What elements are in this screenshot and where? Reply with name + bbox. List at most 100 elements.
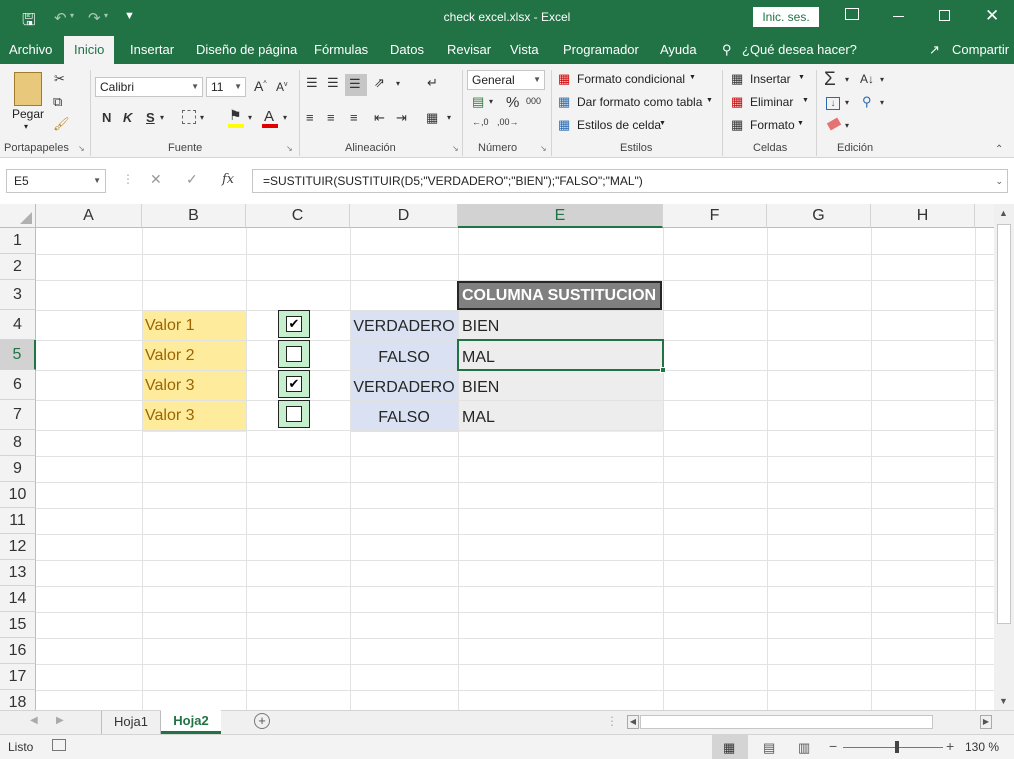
tab-diseno[interactable]: Diseño de página — [196, 36, 297, 64]
increase-decimal-icon[interactable]: ←,0 — [472, 118, 489, 127]
zoom-slider[interactable] — [843, 747, 943, 748]
close-icon[interactable]: ✕ — [985, 6, 999, 26]
worksheet-grid[interactable]: A B C D E F G H 1 2 3 4 5 6 7 8 9 10 11 … — [0, 204, 994, 710]
column-header-g[interactable]: G — [767, 204, 871, 228]
fill-icon[interactable]: ↓ — [826, 97, 840, 110]
insert-cells-button[interactable]: Insertar — [750, 72, 791, 86]
column-header-b[interactable]: B — [142, 204, 246, 228]
format-as-table-button[interactable]: Dar formato como tabla — [577, 95, 702, 109]
ribbon-display-options-icon[interactable] — [845, 8, 859, 20]
thousands-separator-icon[interactable]: 000 — [526, 97, 541, 106]
chevron-down-icon[interactable]: ▼ — [802, 97, 809, 104]
page-layout-icon[interactable]: ▤ — [763, 740, 775, 756]
tab-ayuda[interactable]: Ayuda — [660, 36, 697, 64]
page-break-icon[interactable]: ▥ — [798, 740, 810, 756]
bold-button[interactable]: N — [102, 111, 111, 124]
column-header-d[interactable]: D — [350, 204, 458, 228]
tab-vista[interactable]: Vista — [510, 36, 539, 64]
checkbox-c4[interactable]: ✔ — [278, 310, 310, 338]
row-header-15[interactable]: 15 — [0, 612, 36, 638]
cell-b5[interactable]: Valor 2 — [145, 347, 195, 365]
borders-icon[interactable] — [182, 110, 196, 124]
chevron-down-icon[interactable]: ▾ — [845, 122, 849, 130]
row-header-17[interactable]: 17 — [0, 664, 36, 690]
align-left-icon[interactable]: ≡ — [306, 111, 314, 124]
chevron-down-icon[interactable]: ▼ — [689, 74, 696, 81]
chevron-down-icon[interactable]: ▾ — [880, 99, 884, 107]
chevron-down-icon[interactable]: ▾ — [248, 114, 252, 122]
normal-view-button[interactable]: ▦ — [712, 735, 748, 759]
row-header-14[interactable]: 14 — [0, 586, 36, 612]
row-header-3[interactable]: 3 — [0, 280, 36, 310]
tab-split-handle-icon[interactable]: ⋮ — [606, 714, 618, 728]
cell-styles-button[interactable]: Estilos de celda — [577, 118, 661, 132]
row-header-18[interactable]: 18 — [0, 690, 36, 710]
sheet-next-icon[interactable]: ▶ — [56, 715, 64, 726]
conditional-format-button[interactable]: Formato condicional — [577, 72, 685, 86]
column-header-c[interactable]: C — [246, 204, 350, 228]
increase-indent-icon[interactable]: ⇥ — [396, 111, 407, 124]
align-center-icon[interactable]: ≡ — [327, 111, 335, 124]
orientation-icon[interactable]: ⇗ — [374, 76, 385, 89]
cut-icon[interactable]: ✂ — [54, 72, 65, 85]
italic-button[interactable]: K — [123, 111, 132, 124]
chevron-down-icon[interactable]: ▼ — [706, 97, 713, 104]
row-header-12[interactable]: 12 — [0, 534, 36, 560]
row-header-13[interactable]: 13 — [0, 560, 36, 586]
align-top-icon[interactable]: ☰ — [306, 76, 318, 89]
hscroll-left-icon[interactable]: ◀ — [627, 715, 639, 729]
dialog-launcher-icon[interactable]: ↘ — [78, 144, 85, 153]
cell-e4[interactable]: BIEN — [462, 318, 499, 336]
horizontal-scroll-thumb[interactable] — [640, 715, 933, 729]
chevron-down-icon[interactable]: ▼ — [798, 74, 805, 81]
collapse-ribbon-icon[interactable]: ⌃ — [995, 144, 1003, 155]
chevron-down-icon[interactable]: ▾ — [845, 99, 849, 107]
column-header-e[interactable]: E — [458, 204, 663, 228]
tab-formulas[interactable]: Fórmulas — [314, 36, 368, 64]
find-icon[interactable]: ⚲ — [862, 95, 872, 108]
font-size-box[interactable]: 11 ▼ — [206, 77, 246, 97]
sort-filter-icon[interactable]: A↓ — [860, 73, 874, 85]
wrap-text-icon[interactable]: ↵ — [427, 76, 438, 89]
align-right-icon[interactable]: ≡ — [350, 111, 358, 124]
align-bottom-button[interactable]: ☰ — [345, 74, 367, 96]
dialog-launcher-icon[interactable]: ↘ — [286, 144, 293, 153]
scroll-down-icon[interactable]: ▼ — [999, 696, 1008, 706]
tab-revisar[interactable]: Revisar — [447, 36, 491, 64]
cell-d5[interactable]: FALSO — [350, 349, 458, 367]
cell-b7[interactable]: Valor 3 — [145, 407, 195, 425]
format-cells-button[interactable]: Formato — [750, 118, 795, 132]
decrease-decimal-icon[interactable]: ,00→ — [497, 118, 519, 127]
tab-insertar[interactable]: Insertar — [130, 36, 174, 64]
tell-me-search[interactable]: ¿Qué desea hacer? — [742, 36, 857, 64]
delete-cells-button[interactable]: Eliminar — [750, 95, 793, 109]
scroll-up-icon[interactable]: ▲ — [999, 208, 1008, 218]
cell-d7[interactable]: FALSO — [350, 409, 458, 427]
copy-icon[interactable]: ⧉ — [53, 95, 62, 108]
chevron-down-icon[interactable]: ▼ — [659, 120, 666, 127]
font-color-icon[interactable]: A — [264, 109, 274, 124]
enter-icon[interactable]: ✓ — [186, 171, 198, 188]
minimize-icon[interactable] — [893, 16, 904, 17]
row-header-10[interactable]: 10 — [0, 482, 36, 508]
fill-handle[interactable] — [660, 367, 666, 373]
sheet-tab-hoja1[interactable]: Hoja1 — [101, 711, 161, 734]
increase-font-icon[interactable]: A^ — [254, 79, 267, 93]
cell-b6[interactable]: Valor 3 — [145, 377, 195, 395]
row-header-2[interactable]: 2 — [0, 254, 36, 280]
cell-d4[interactable]: VERDADERO — [350, 318, 458, 336]
share-button[interactable]: Compartir — [952, 36, 1009, 64]
select-all-button[interactable] — [0, 204, 36, 228]
chevron-down-icon[interactable]: ▼ — [797, 120, 804, 127]
chevron-down-icon[interactable]: ▾ — [160, 114, 164, 122]
cancel-icon[interactable]: ✕ — [150, 171, 162, 188]
row-header-11[interactable]: 11 — [0, 508, 36, 534]
sheet-prev-icon[interactable]: ◀ — [30, 715, 38, 726]
row-header-8[interactable]: 8 — [0, 430, 36, 456]
row-header-16[interactable]: 16 — [0, 638, 36, 664]
sign-in-button[interactable]: Inic. ses. — [753, 7, 819, 27]
chevron-down-icon[interactable]: ▾ — [880, 76, 884, 84]
zoom-level[interactable]: 130 % — [965, 740, 999, 754]
cell-e3-header[interactable]: COLUMNA SUSTITUCION — [457, 281, 662, 310]
tab-datos[interactable]: Datos — [390, 36, 424, 64]
